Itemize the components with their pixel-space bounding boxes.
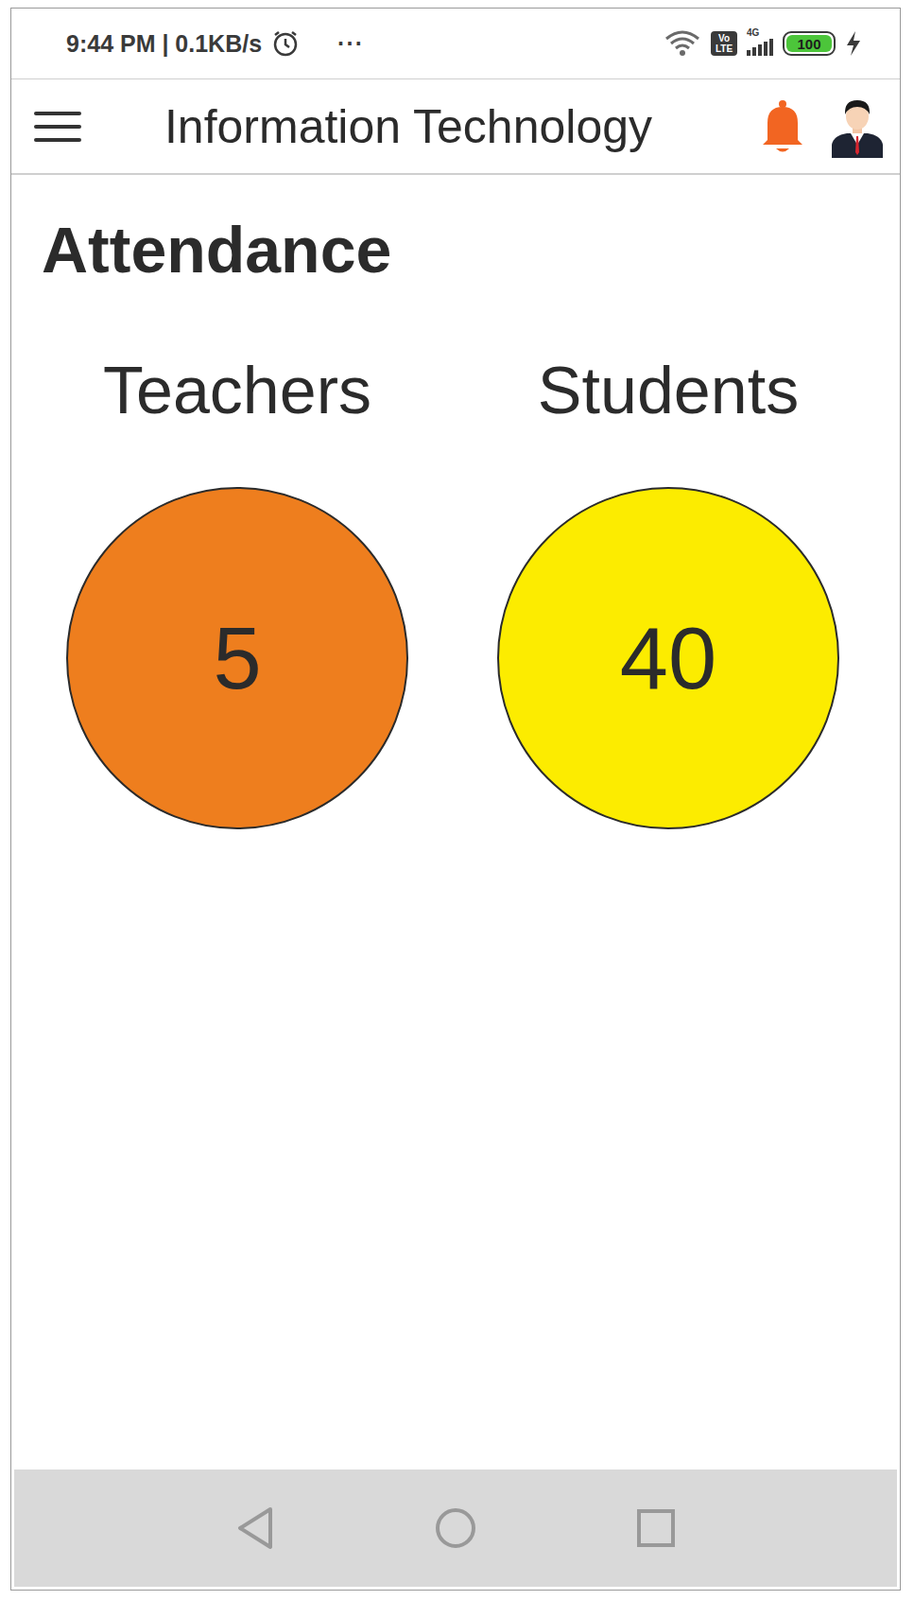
attendance-counter: Teachers 5: [66, 352, 409, 829]
alarm-icon: [271, 29, 300, 58]
attendance-counter: Students 40: [497, 352, 840, 829]
menu-button[interactable]: [34, 107, 82, 146]
battery-icon: 100: [782, 31, 836, 56]
counter-circle[interactable]: 40: [497, 486, 840, 829]
notifications-button[interactable]: [759, 98, 806, 156]
home-button[interactable]: [433, 1505, 478, 1550]
back-icon: [234, 1504, 276, 1551]
app-header: Information Technology: [11, 78, 900, 175]
status-time: 9:44 PM | 0.1KB/s: [66, 30, 262, 58]
system-nav-bar: [14, 1468, 897, 1587]
network-type: 4G: [746, 27, 759, 38]
volte-badge: VoLTE: [710, 31, 738, 56]
phone-screen: 9:44 PM | 0.1KB/s ··· VoLTE 4G 100 Informatio…: [10, 7, 901, 1590]
charging-icon: [845, 30, 863, 57]
avatar-icon: [829, 95, 885, 158]
attendance-counters: Teachers 5 Students 40: [11, 352, 900, 829]
section-title: Attendance: [41, 212, 900, 287]
header-title: Information Technology: [81, 99, 736, 155]
recents-button[interactable]: [635, 1506, 677, 1549]
bell-icon: [759, 98, 806, 156]
counter-value: 5: [212, 608, 261, 708]
recents-icon: [635, 1506, 677, 1549]
status-bar: 9:44 PM | 0.1KB/s ··· VoLTE 4G 100: [11, 8, 900, 79]
back-button[interactable]: [234, 1504, 276, 1551]
more-indicator: ···: [337, 30, 364, 58]
battery-level: 100: [786, 34, 832, 52]
counter-label: Teachers: [103, 352, 372, 431]
attendance-section: Attendance Teachers 5 Students 40: [11, 174, 900, 1469]
home-icon: [433, 1505, 478, 1550]
counter-circle[interactable]: 5: [66, 486, 409, 829]
profile-button[interactable]: [829, 95, 885, 158]
counter-label: Students: [537, 352, 799, 431]
wifi-icon: [663, 29, 702, 58]
counter-value: 40: [620, 608, 717, 708]
page: 9:44 PM | 0.1KB/s ··· VoLTE 4G 100 Informatio…: [0, 0, 914, 1600]
signal-icon: 4G: [746, 31, 774, 56]
